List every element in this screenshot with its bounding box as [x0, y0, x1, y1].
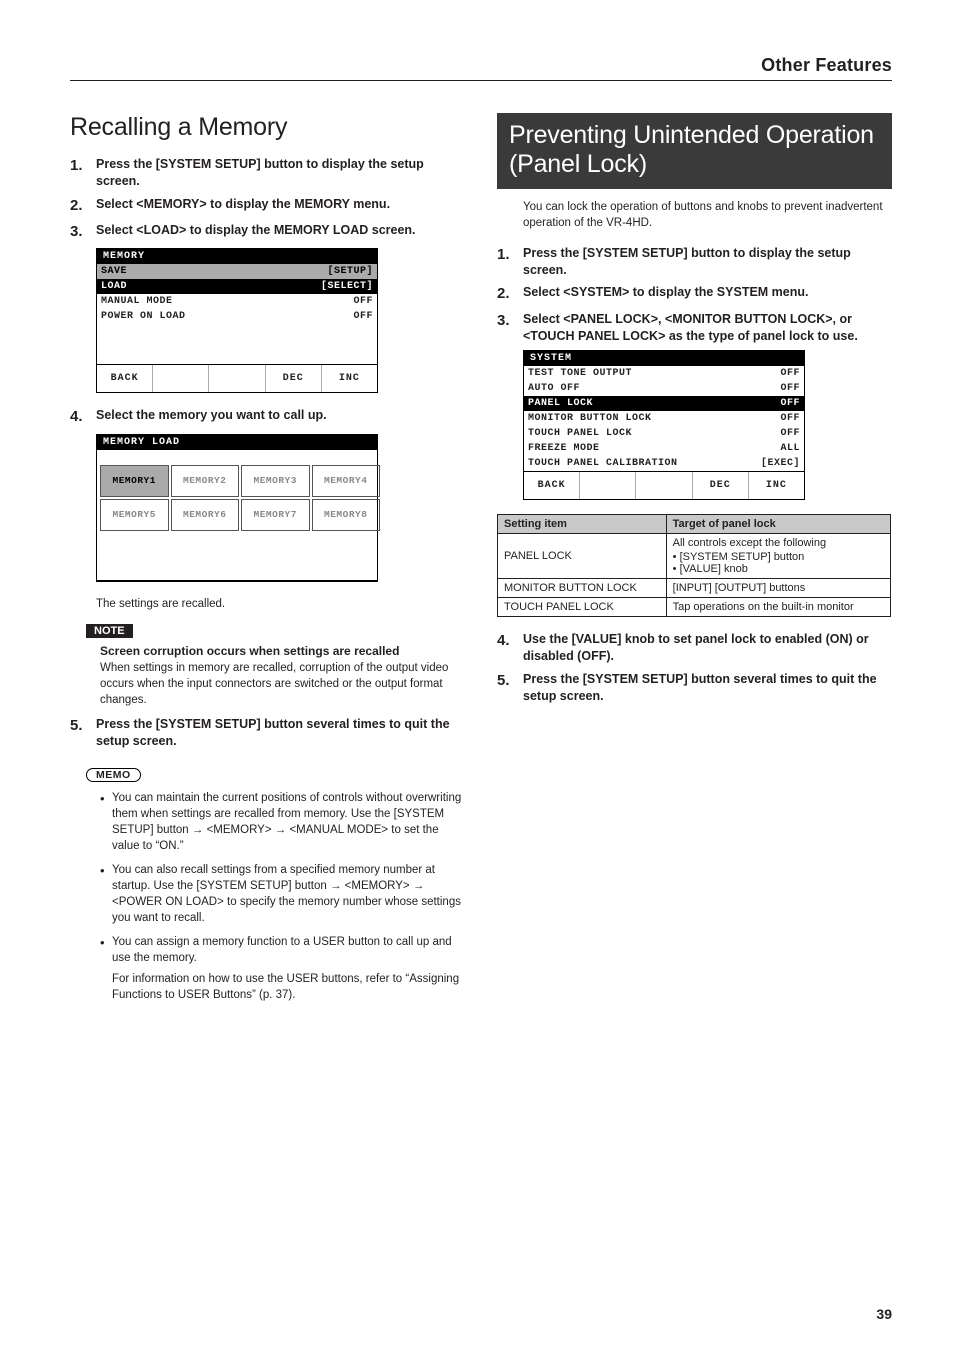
- r-step-4-text: Use the [VALUE] knob to set panel lock t…: [523, 632, 869, 663]
- footer-blank: .: [153, 365, 209, 392]
- memo-bullet-2: You can also recall settings from a spec…: [100, 862, 465, 926]
- memory3-cell: MEMORY3: [241, 465, 310, 497]
- left-column: Recalling a Memory Press the [SYSTEM SET…: [70, 113, 465, 1011]
- memory2-cell: MEMORY2: [171, 465, 240, 497]
- row-manual-mode: MANUAL MODEOFF: [97, 294, 377, 309]
- memory4-cell: MEMORY4: [312, 465, 381, 497]
- r-step-2-text: Select <SYSTEM> to display the SYSTEM me…: [523, 285, 809, 299]
- header-rule: [70, 80, 892, 81]
- footer-inc: INC: [322, 365, 377, 392]
- section-header: Other Features: [70, 55, 892, 76]
- td-monitor-lock: MONITOR BUTTON LOCK: [498, 579, 667, 598]
- page-number: 39: [876, 1306, 892, 1322]
- memory-menu-screen: MEMORY SAVE[SETUP] LOAD[SELECT] MANUAL M…: [96, 248, 378, 393]
- step-5-text: Press the [SYSTEM SETUP] button several …: [96, 717, 450, 748]
- r-step-3-text: Select <PANEL LOCK>, <MONITOR BUTTON LOC…: [523, 312, 858, 343]
- step-1: Press the [SYSTEM SETUP] button to displ…: [70, 156, 465, 190]
- heading-panel-lock: Preventing Unintended Operation (Panel L…: [509, 121, 880, 179]
- r-footer-back: BACK: [524, 472, 580, 499]
- note-badge: NOTE: [86, 624, 133, 638]
- memory7-cell: MEMORY7: [241, 499, 310, 531]
- step-2: Select <MEMORY> to display the MEMORY me…: [70, 196, 465, 216]
- memory-load-screen: MEMORY LOAD MEMORY1 MEMORY2 MEMORY3 MEMO…: [96, 434, 378, 582]
- row-auto-off: AUTO OFFOFF: [524, 381, 804, 396]
- heading-recall: Recalling a Memory: [70, 113, 465, 142]
- td-monitor-lock-target: [INPUT] [OUTPUT] buttons: [666, 579, 890, 598]
- r-screen-title: SYSTEM: [524, 351, 804, 366]
- row-touch-lock: TOUCH PANEL LOCKOFF: [524, 426, 804, 441]
- r-step-2: Select <SYSTEM> to display the SYSTEM me…: [497, 284, 892, 304]
- memo-bullet-3: You can assign a memory function to a US…: [100, 934, 465, 1002]
- r-step-1: Press the [SYSTEM SETUP] button to displ…: [497, 245, 892, 279]
- screen-footer: BACK . . DEC INC: [97, 365, 377, 392]
- footer-blank: .: [209, 365, 265, 392]
- step-4: Select the memory you want to call up.: [70, 407, 465, 427]
- step-5: Press the [SYSTEM SETUP] button several …: [70, 716, 465, 750]
- r-step-5-text: Press the [SYSTEM SETUP] button several …: [523, 672, 877, 703]
- th-setting-item: Setting item: [498, 515, 667, 534]
- step-3: Select <LOAD> to display the MEMORY LOAD…: [70, 222, 465, 242]
- row-power-on-load: POWER ON LOADOFF: [97, 309, 377, 324]
- panel-lock-except-2: [VALUE] knob: [673, 563, 884, 575]
- step-1-text: Press the [SYSTEM SETUP] button to displ…: [96, 157, 424, 188]
- row-panel-lock: PANEL LOCKOFF: [524, 396, 804, 411]
- td-panel-lock-target: All controls except the following [SYSTE…: [666, 534, 890, 579]
- memo-bullet-3-sub: For information on how to use the USER b…: [112, 971, 465, 1003]
- recalled-text: The settings are recalled.: [96, 596, 465, 612]
- r-footer-blank: .: [636, 472, 692, 499]
- r-footer-dec: DEC: [693, 472, 749, 499]
- memory8-cell: MEMORY8: [312, 499, 381, 531]
- step-2-text: Select <MEMORY> to display the MEMORY me…: [96, 197, 390, 211]
- r-screen-footer: BACK . . DEC INC: [524, 472, 804, 499]
- row-freeze-mode: FREEZE MODEALL: [524, 441, 804, 456]
- footer-dec: DEC: [266, 365, 322, 392]
- td-panel-lock: PANEL LOCK: [498, 534, 667, 579]
- note-title: Screen corruption occurs when settings a…: [100, 644, 465, 658]
- step-4-text: Select the memory you want to call up.: [96, 408, 327, 422]
- td-touch-lock: TOUCH PANEL LOCK: [498, 598, 667, 617]
- panel-lock-intro: You can lock the operation of buttons an…: [523, 199, 892, 231]
- step-3-text: Select <LOAD> to display the MEMORY LOAD…: [96, 223, 416, 237]
- memory5-cell: MEMORY5: [100, 499, 169, 531]
- row-touch-cal: TOUCH PANEL CALIBRATION[EXEC]: [524, 456, 804, 471]
- r-step-3: Select <PANEL LOCK>, <MONITOR BUTTON LOC…: [497, 311, 892, 345]
- panel-lock-except-1: [SYSTEM SETUP] button: [673, 551, 884, 563]
- heading-panel-lock-wrap: Preventing Unintended Operation (Panel L…: [497, 113, 892, 189]
- screen2-title: MEMORY LOAD: [97, 435, 377, 450]
- row-monitor-lock: MONITOR BUTTON LOCKOFF: [524, 411, 804, 426]
- td-touch-lock-target: Tap operations on the built-in monitor: [666, 598, 890, 617]
- right-column: Preventing Unintended Operation (Panel L…: [497, 113, 892, 1011]
- footer-back: BACK: [97, 365, 153, 392]
- note-body: When settings in memory are recalled, co…: [100, 660, 465, 708]
- r-step-5: Press the [SYSTEM SETUP] button several …: [497, 671, 892, 705]
- system-menu-screen: SYSTEM TEST TONE OUTPUTOFF AUTO OFFOFF P…: [523, 350, 805, 500]
- r-footer-blank: .: [580, 472, 636, 499]
- r-step-1-text: Press the [SYSTEM SETUP] button to displ…: [523, 246, 851, 277]
- th-target: Target of panel lock: [666, 515, 890, 534]
- panel-lock-table: Setting item Target of panel lock PANEL …: [497, 514, 891, 617]
- memory6-cell: MEMORY6: [171, 499, 240, 531]
- row-save: SAVE[SETUP]: [97, 264, 377, 279]
- screen-title: MEMORY: [97, 249, 377, 264]
- memo-badge: MEMO: [86, 768, 141, 782]
- memory1-cell: MEMORY1: [100, 465, 169, 497]
- memo-bullet-1: You can maintain the current positions o…: [100, 790, 465, 854]
- row-test-tone: TEST TONE OUTPUTOFF: [524, 366, 804, 381]
- r-footer-inc: INC: [749, 472, 804, 499]
- row-load: LOAD[SELECT]: [97, 279, 377, 294]
- r-step-4: Use the [VALUE] knob to set panel lock t…: [497, 631, 892, 665]
